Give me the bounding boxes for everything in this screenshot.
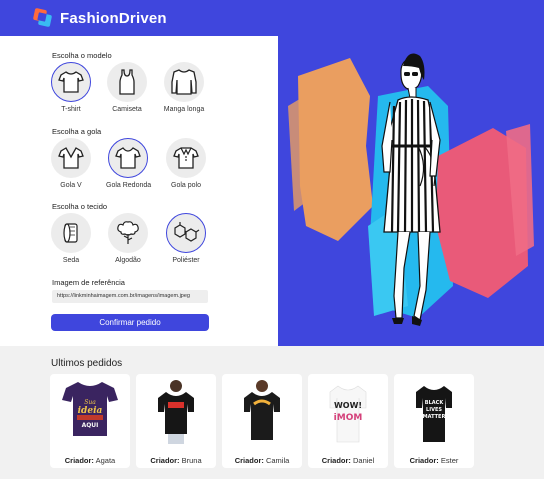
logo-icon (32, 7, 53, 28)
recent-orders-title: Ultimos pedidos (51, 358, 123, 369)
creator-prefix: Criador: (64, 456, 94, 465)
creator-name: Agata (95, 456, 116, 465)
order-shirt-image (158, 380, 194, 444)
fabric-option-algodao[interactable]: Algodão (106, 213, 150, 264)
svg-text:BLACK: BLACK (425, 400, 445, 406)
confirm-order-button[interactable]: Confirmar pedido (51, 314, 209, 331)
creator-name: Bruna (181, 456, 202, 465)
svg-text:Sua: Sua (84, 399, 96, 406)
cotton-icon (108, 213, 148, 253)
collar-option-gola-v[interactable]: Gola V (49, 138, 93, 189)
orange-brush-stroke (288, 58, 373, 241)
model-section-title: Escolha o modelo (52, 51, 112, 60)
svg-text:ideia: ideia (78, 406, 103, 416)
order-shirt-image: WOW! iMOM (329, 385, 367, 443)
pink-brush-stroke (436, 124, 534, 298)
model-option-manga-longa[interactable]: Manga longa (162, 62, 206, 113)
order-card[interactable]: BLACK LIVES MATTER Criador: Ester (394, 374, 474, 468)
collar-option-gola-polo[interactable]: Gola polo (164, 138, 208, 189)
reference-label: Imagem de referência (52, 278, 125, 287)
creator-prefix: Criador: (234, 456, 264, 465)
molecule-icon (166, 213, 206, 253)
order-shirt-image: Sua ideia AQUI (62, 382, 118, 436)
svg-text:iMOM: iMOM (334, 413, 363, 423)
creator-name: Ester (440, 456, 459, 465)
svg-text:LIVES: LIVES (426, 407, 442, 413)
svg-text:MATTER: MATTER (423, 414, 446, 420)
v-neck-icon (51, 138, 91, 178)
collar-section-title: Escolha a gola (52, 127, 102, 136)
svg-text:WOW!: WOW! (334, 401, 362, 410)
round-neck-icon (108, 138, 148, 178)
model-option-camiseta[interactable]: Camiseta (105, 62, 149, 113)
order-shirt-image (244, 380, 280, 440)
model-option-tshirt[interactable]: T-shirt (49, 62, 93, 113)
top-bar: FashionDriven (0, 0, 544, 36)
reference-url-input[interactable]: https://linkminhaimagem.com.br/imagens/i… (52, 290, 208, 303)
polo-collar-icon (166, 138, 206, 178)
svg-text:AQUI: AQUI (82, 422, 99, 429)
fabric-option-poliester[interactable]: Poliéster (164, 213, 208, 264)
order-card[interactable]: WOW! iMOM Criador: Daniel (308, 374, 388, 468)
tanktop-icon (107, 62, 147, 102)
order-card[interactable]: Criador: Bruna (136, 374, 216, 468)
longsleeve-icon (164, 62, 204, 102)
order-card[interactable]: Sua ideia AQUI Criador: Agata (50, 374, 130, 468)
creator-prefix: Criador: (321, 456, 351, 465)
silk-roll-icon (51, 213, 91, 253)
hero-illustration (278, 36, 544, 346)
fabric-section-title: Escolha o tecido (52, 202, 108, 211)
collar-option-gola-redonda[interactable]: Gola Redonda (106, 138, 151, 189)
app-title: FashionDriven (60, 9, 167, 27)
creator-name: Daniel (353, 456, 375, 465)
creator-prefix: Criador: (409, 456, 439, 465)
creator-name: Camila (265, 456, 290, 465)
tshirt-icon (51, 62, 91, 102)
creator-prefix: Criador: (150, 456, 180, 465)
fabric-option-seda[interactable]: Seda (49, 213, 93, 264)
order-shirt-image: BLACK LIVES MATTER (416, 386, 452, 442)
order-card[interactable]: Criador: Camila (222, 374, 302, 468)
